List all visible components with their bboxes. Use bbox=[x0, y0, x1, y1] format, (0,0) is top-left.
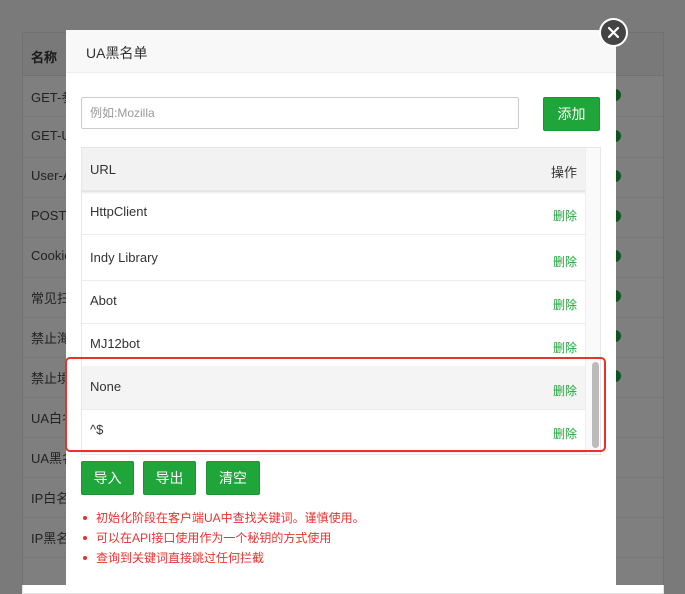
bullet-icon bbox=[83, 516, 87, 520]
delete-link[interactable]: 删除 bbox=[553, 207, 577, 224]
row-url: HttpClient bbox=[90, 204, 148, 219]
row-url: ^$ bbox=[90, 422, 104, 437]
row-url: None bbox=[90, 379, 122, 394]
delete-link[interactable]: 删除 bbox=[553, 425, 577, 442]
table-row: None 删除 bbox=[82, 366, 585, 410]
delete-link[interactable]: 删除 bbox=[553, 296, 577, 313]
table-row: Indy Library 删除 bbox=[82, 237, 585, 281]
table-scrollbar[interactable] bbox=[585, 148, 600, 454]
column-header-url: URL bbox=[90, 162, 117, 177]
table-row: MJ12bot 删除 bbox=[82, 323, 585, 367]
delete-link[interactable]: 删除 bbox=[553, 253, 577, 270]
delete-link[interactable]: 删除 bbox=[553, 382, 577, 399]
close-button-circle bbox=[601, 20, 626, 45]
scrollbar-thumb[interactable] bbox=[592, 362, 599, 448]
add-button[interactable]: 添加 bbox=[543, 97, 600, 131]
delete-link[interactable]: 删除 bbox=[553, 339, 577, 356]
column-header-action: 操作 bbox=[550, 165, 577, 180]
row-url: MJ12bot bbox=[90, 336, 140, 351]
help-note-text: 查询到关键词直接跳过任何拦截 bbox=[96, 551, 265, 565]
help-note-text: 初始化阶段在客户端UA中查找关键词。谨慎使用。 bbox=[96, 511, 365, 525]
ua-table: HttpClient 删除 Indy Library 删除 Abot 删除 MJ… bbox=[81, 147, 601, 455]
row-url: Indy Library bbox=[90, 250, 158, 265]
export-button[interactable]: 导出 bbox=[143, 461, 196, 495]
table-header: URL 操作 bbox=[82, 148, 585, 191]
ua-blacklist-dialog: UA黑名单 添加 HttpClient 删除 Indy Library 删除 A… bbox=[66, 30, 616, 590]
dialog-header: UA黑名单 bbox=[66, 30, 616, 73]
header-shadow bbox=[82, 191, 585, 194]
help-notes: 初始化阶段在客户端UA中查找关键词。谨慎使用。 可以在API接口使用作为一个秘钥… bbox=[81, 508, 365, 568]
help-note: 可以在API接口使用作为一个秘钥的方式使用 bbox=[81, 528, 365, 548]
bullet-icon bbox=[83, 556, 87, 560]
close-icon bbox=[607, 26, 620, 39]
help-note: 查询到关键词直接跳过任何拦截 bbox=[81, 548, 365, 568]
ua-keyword-input[interactable] bbox=[81, 97, 519, 129]
row-url: Abot bbox=[90, 293, 117, 308]
table-row: Abot 删除 bbox=[82, 280, 585, 324]
table-row: HttpClient 删除 bbox=[82, 191, 585, 235]
import-button[interactable]: 导入 bbox=[81, 461, 134, 495]
close-button[interactable] bbox=[599, 18, 628, 47]
help-note: 初始化阶段在客户端UA中查找关键词。谨慎使用。 bbox=[81, 508, 365, 528]
help-note-text: 可以在API接口使用作为一个秘钥的方式使用 bbox=[96, 531, 332, 545]
table-row: ^$ 删除 bbox=[82, 409, 585, 453]
dialog-title: UA黑名单 bbox=[86, 45, 148, 61]
clear-button[interactable]: 清空 bbox=[206, 461, 260, 495]
bullet-icon bbox=[83, 536, 87, 540]
